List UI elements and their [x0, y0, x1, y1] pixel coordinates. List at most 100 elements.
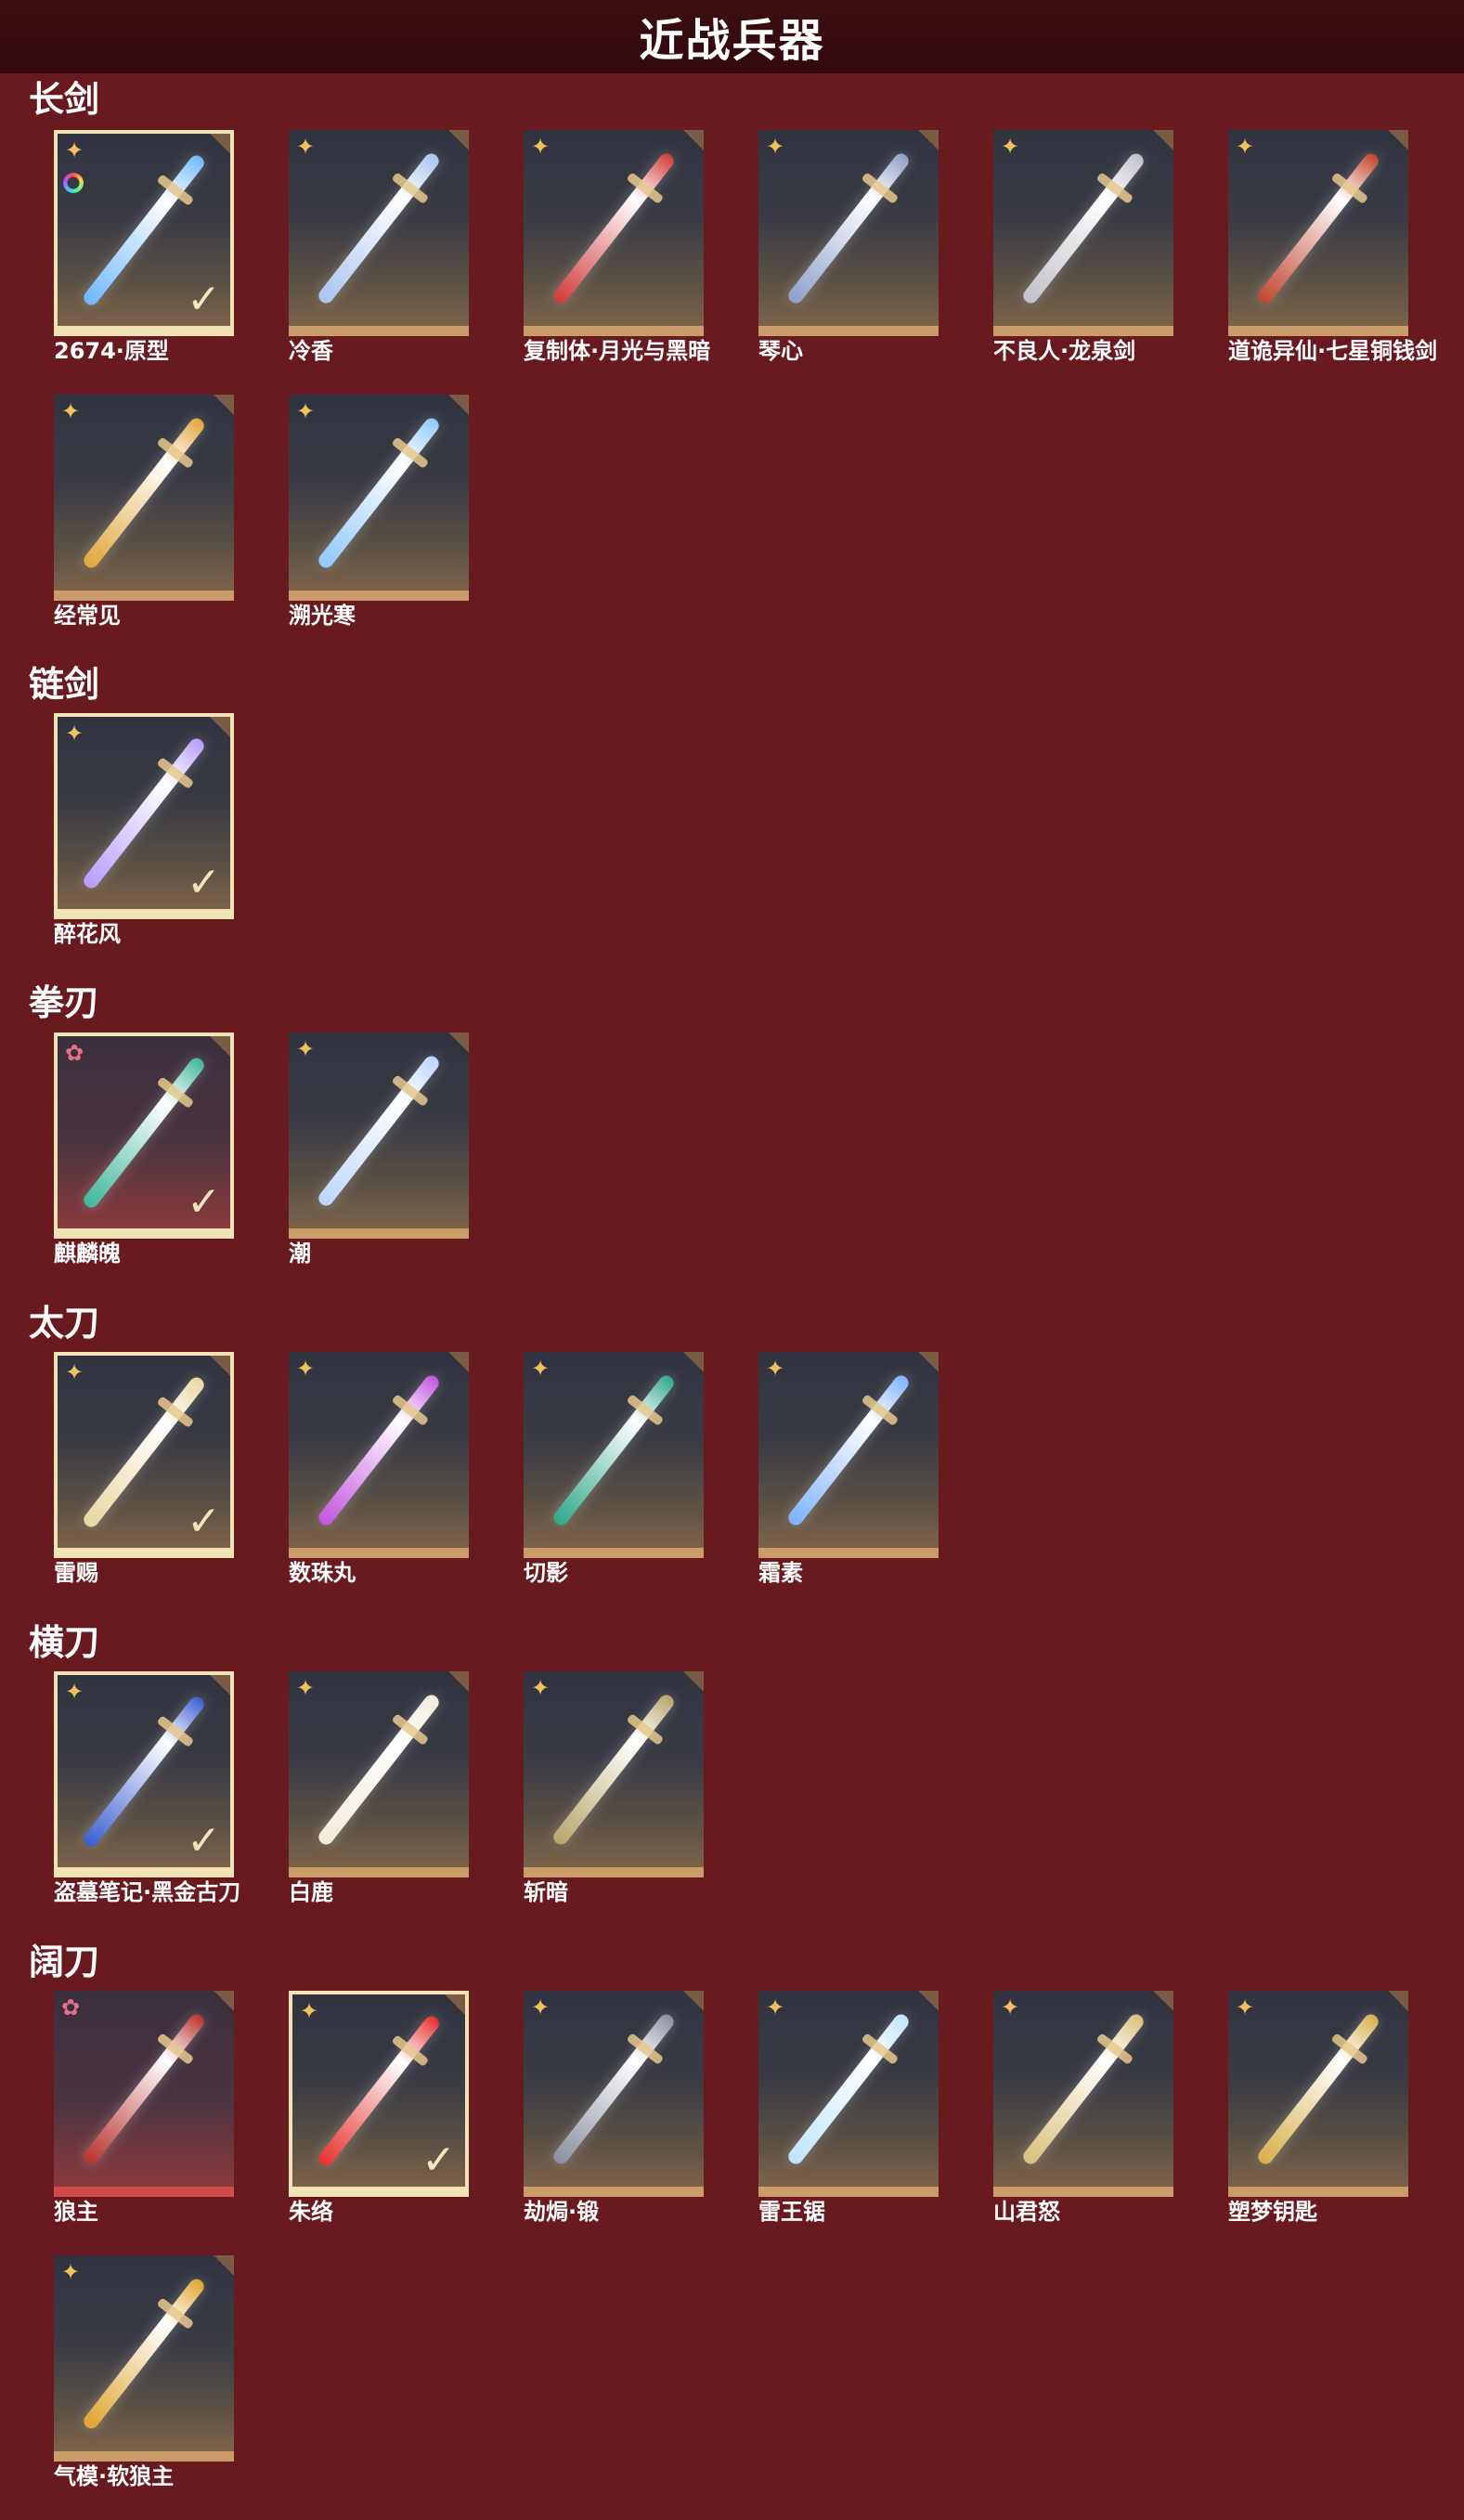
four-point-star-icon: ✦: [1236, 134, 1255, 160]
weapon-name: 数珠丸: [289, 1560, 356, 1586]
four-point-star-icon: ✦: [65, 1679, 84, 1705]
weapon-card[interactable]: ✦ 潮: [289, 1033, 469, 1266]
weapon-thumbnail[interactable]: ✦: [1228, 130, 1408, 336]
weapon-card[interactable]: ✦ 雷王锯: [758, 1991, 939, 2225]
weapon-name: 复制体·月光与黑暗: [524, 338, 711, 364]
weapon-name: 劫焗·锻: [524, 2199, 600, 2225]
corner-tab-icon: [1153, 1991, 1173, 2011]
weapon-thumbnail[interactable]: ✦ ✓: [289, 1991, 469, 2197]
weapon-art: [81, 2010, 207, 2167]
corner-tab-icon: [683, 1991, 704, 2011]
weapon-thumbnail[interactable]: ✦: [54, 2255, 234, 2462]
check-icon: ✓: [187, 1498, 221, 1545]
weapon-card[interactable]: ✦ 霜素: [758, 1352, 939, 1586]
weapon-card[interactable]: ✦ ✓ 醉花风: [54, 713, 234, 947]
weapon-card[interactable]: ✦ 劫焗·锻: [524, 1991, 704, 2225]
weapon-art: [316, 1691, 442, 1848]
weapon-art: [316, 1052, 442, 1209]
weapon-thumbnail[interactable]: ✦: [289, 395, 469, 601]
weapon-card[interactable]: ✦ ✓ 雷赐: [54, 1352, 234, 1586]
weapon-name: 白鹿: [289, 1879, 333, 1905]
weapon-name: 琴心: [758, 338, 803, 364]
weapon-card[interactable]: ✦ 气模·软狼主: [54, 2255, 234, 2489]
weapon-card[interactable]: ✦ 数珠丸: [289, 1352, 469, 1586]
four-point-star-icon: ✦: [296, 1356, 316, 1382]
weapon-thumbnail[interactable]: ✦: [524, 1352, 704, 1558]
weapon-thumbnail[interactable]: ✦: [1228, 1991, 1408, 2197]
four-point-star-icon: ✦: [296, 398, 316, 424]
weapon-card[interactable]: ✦ 切影: [524, 1352, 704, 1586]
four-point-star-icon: ✦: [1236, 1994, 1255, 2020]
check-icon: ✓: [187, 859, 221, 906]
weapon-card[interactable]: ✦ 复制体·月光与黑暗: [524, 130, 710, 364]
weapon-card[interactable]: ✦ ✓ 朱络: [289, 1991, 469, 2225]
weapon-thumbnail[interactable]: ✿: [54, 1991, 234, 2197]
corner-tab-icon: [448, 130, 469, 150]
weapon-thumbnail[interactable]: ✦: [524, 1671, 704, 1877]
weapon-name: 溯光寒: [289, 603, 356, 629]
weapon-card[interactable]: ✦ 溯光寒: [289, 395, 469, 629]
weapon-thumbnail[interactable]: ✦: [289, 1033, 469, 1239]
weapon-card[interactable]: ✦ 白鹿: [289, 1671, 469, 1905]
weapon-name: 盗墓笔记·黑金古刀: [54, 1879, 241, 1905]
weapon-name: 雷王锯: [758, 2199, 825, 2225]
weapon-thumbnail[interactable]: ✦: [758, 1991, 939, 2197]
weapon-thumbnail[interactable]: ✦: [993, 1991, 1173, 2197]
weapon-name: 朱络: [289, 2199, 333, 2225]
weapon-card[interactable]: ✦ 道诡异仙·七星铜钱剑: [1228, 130, 1437, 364]
weapon-card[interactable]: ✦ 不良人·龙泉剑: [993, 130, 1173, 364]
corner-tab-icon: [210, 134, 230, 154]
check-icon: ✓: [187, 1817, 221, 1864]
corner-tab-icon: [448, 1352, 469, 1372]
four-point-star-icon: ✦: [531, 134, 551, 160]
weapon-thumbnail[interactable]: ✿ ✓: [54, 1033, 234, 1239]
flower-star-icon: ✿: [61, 1994, 81, 2020]
weapon-card[interactable]: ✿ ✓ 麒麟魄: [54, 1033, 234, 1266]
corner-tab-icon: [210, 1675, 230, 1695]
four-point-star-icon: ✦: [766, 1994, 785, 2020]
corner-tab-icon: [448, 1671, 469, 1692]
weapon-card[interactable]: ✦ 斩暗: [524, 1671, 704, 1905]
weapon-thumbnail[interactable]: ✦ ✓: [54, 130, 234, 336]
weapon-art: [316, 1371, 442, 1528]
weapon-thumbnail[interactable]: ✦: [54, 395, 234, 601]
weapon-card[interactable]: ✿ 狼主: [54, 1991, 234, 2225]
weapon-art: [81, 414, 207, 571]
four-point-star-icon: ✦: [531, 1994, 551, 2020]
corner-tab-icon: [918, 1352, 939, 1372]
four-point-star-icon: ✦: [531, 1356, 551, 1382]
weapon-thumbnail[interactable]: ✦: [993, 130, 1173, 336]
corner-tab-icon: [1388, 1991, 1408, 2011]
weapon-name: 2674·原型: [54, 338, 169, 364]
weapon-name: 气模·软狼主: [54, 2463, 175, 2489]
weapon-thumbnail[interactable]: ✦ ✓: [54, 1352, 234, 1558]
weapon-thumbnail[interactable]: ✦: [289, 1671, 469, 1877]
weapon-thumbnail[interactable]: ✦: [524, 1991, 704, 2197]
four-point-star-icon: ✦: [296, 1036, 316, 1062]
weapon-thumbnail[interactable]: ✦ ✓: [54, 713, 234, 919]
weapon-thumbnail[interactable]: ✦: [758, 1352, 939, 1558]
weapon-card[interactable]: ✦ 冷香: [289, 130, 469, 364]
weapon-name: 潮: [289, 1241, 311, 1266]
four-point-star-icon: ✦: [65, 137, 84, 163]
weapon-card[interactable]: ✦ 塑梦钥匙: [1228, 1991, 1408, 2225]
weapon-card[interactable]: ✦ 经常见: [54, 395, 234, 629]
section-title: 链剑: [29, 664, 100, 705]
weapon-art: [1020, 2010, 1147, 2167]
weapon-thumbnail[interactable]: ✦: [524, 130, 704, 336]
weapon-thumbnail[interactable]: ✦: [289, 130, 469, 336]
corner-tab-icon: [210, 1356, 230, 1376]
weapon-card[interactable]: ✦ ✓ 盗墓笔记·黑金古刀: [54, 1671, 240, 1905]
weapon-card[interactable]: ✦ 琴心: [758, 130, 939, 364]
check-icon: ✓: [421, 2137, 456, 2184]
page-title: 近战兵器: [639, 15, 825, 67]
title-bar: 近战兵器: [0, 0, 1464, 73]
four-point-star-icon: ✦: [61, 398, 81, 424]
weapon-thumbnail[interactable]: ✦: [758, 130, 939, 336]
weapon-thumbnail[interactable]: ✦: [289, 1352, 469, 1558]
weapon-card[interactable]: ✦ 山君怒: [993, 1991, 1173, 2225]
four-point-star-icon: ✦: [1001, 134, 1020, 160]
four-point-star-icon: ✦: [296, 134, 316, 160]
weapon-thumbnail[interactable]: ✦ ✓: [54, 1671, 234, 1877]
weapon-card[interactable]: ✦ ✓ 2674·原型: [54, 130, 234, 364]
